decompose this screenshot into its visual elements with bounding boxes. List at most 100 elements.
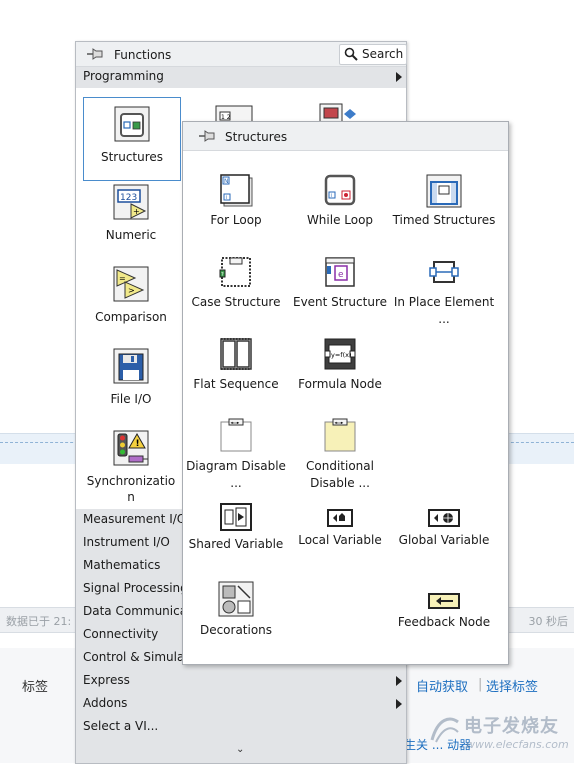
item-label: Event Structure: [292, 295, 387, 309]
item-label: Formula Node: [298, 377, 382, 391]
local-variable-icon: [327, 509, 353, 527]
item-label: For Loop: [210, 213, 262, 227]
category-file-io[interactable]: File I/O: [83, 346, 179, 407]
link-separator: |: [478, 677, 483, 692]
list-item-express[interactable]: Express: [76, 670, 406, 693]
numeric-icon: 123 +: [113, 184, 149, 220]
item-label: Global Variable: [398, 533, 490, 547]
item-label: Decorations: [199, 623, 273, 637]
list-item-label: Select a VI...: [83, 719, 159, 733]
while-loop-icon: i: [324, 174, 356, 206]
formula-node-icon: y=f(x): [324, 338, 356, 370]
svg-text:1 2: 1 2: [221, 114, 231, 121]
list-item-select-a-vi[interactable]: Select a VI...: [76, 716, 406, 739]
item-decorations[interactable]: Decorations: [184, 580, 288, 639]
list-item-label: Express: [83, 673, 130, 687]
conditional-disable-icon: ◂▭▸: [324, 418, 356, 452]
chevron-right-icon: [396, 676, 402, 686]
decorations-icon: [218, 581, 254, 617]
for-loop-icon: N i: [220, 174, 253, 207]
item-label: While Loop: [306, 213, 374, 227]
list-item-addons[interactable]: Addons: [76, 693, 406, 716]
structures-palette: Structures N i For Loop i While Loop Tim…: [182, 121, 509, 665]
svg-text:N: N: [224, 178, 229, 185]
list-item-label: Connectivity: [83, 627, 159, 641]
list-item-label: Measurement I/O: [83, 512, 187, 526]
item-feedback-node[interactable]: Feedback Node: [392, 592, 496, 631]
item-conditional-disable[interactable]: ◂▭▸ Conditional Disable ...: [288, 418, 392, 492]
search-label: Search: [362, 47, 404, 61]
item-flat-sequence[interactable]: Flat Sequence: [184, 336, 288, 393]
list-item-label: Addons: [83, 696, 128, 710]
functions-title-bar[interactable]: Functions Search: [76, 42, 407, 67]
search-button[interactable]: Search: [339, 44, 407, 65]
category-comparison[interactable]: = > Comparison: [83, 264, 179, 325]
list-item-label: Mathematics: [83, 558, 161, 572]
structures-title: Structures: [225, 130, 288, 144]
diagram-disable-icon: ◂▭▸: [220, 418, 252, 452]
category-numeric[interactable]: 123 + Numeric: [83, 182, 179, 243]
item-shared-variable[interactable]: Shared Variable: [184, 502, 288, 553]
svg-text:!: !: [136, 439, 140, 449]
item-event-structure[interactable]: e Event Structure: [288, 254, 392, 311]
svg-text:+: +: [133, 207, 140, 216]
structures-title-bar[interactable]: Structures: [183, 122, 508, 151]
svg-text:i: i: [331, 193, 332, 199]
item-label: Local Variable: [298, 533, 382, 547]
svg-text:>: >: [128, 286, 135, 295]
item-global-variable[interactable]: Global Variable: [392, 508, 496, 549]
list-item-label: Data Communica: [83, 604, 188, 618]
item-label: In Place Element ...: [393, 295, 495, 326]
category-label: Structures: [100, 150, 164, 164]
case-structure-icon: ?: [219, 257, 251, 287]
list-item-label: Instrument I/O: [83, 535, 170, 549]
item-formula-node[interactable]: y=f(x) Formula Node: [288, 336, 392, 393]
category-label: Numeric: [105, 228, 157, 242]
shared-variable-icon: [220, 503, 252, 531]
item-timed-structures[interactable]: Timed Structures: [392, 172, 496, 229]
svg-text:?: ?: [221, 272, 224, 278]
auto-fetch-link[interactable]: 自动获取: [416, 676, 468, 695]
watermark-en-text: www.elecfans.com: [466, 738, 569, 751]
event-structure-icon: e: [325, 257, 355, 287]
item-in-place-element[interactable]: In Place Element ...: [392, 254, 496, 328]
watermark-icon: [430, 717, 459, 743]
file-io-icon: [113, 348, 149, 384]
timed-structures-icon: [426, 174, 462, 208]
select-tag-link[interactable]: 选择标签: [486, 676, 538, 695]
pin-icon[interactable]: [197, 129, 217, 143]
item-label: Case Structure: [191, 295, 281, 309]
item-label: Timed Structures: [392, 213, 496, 227]
item-case-structure[interactable]: ? Case Structure: [184, 254, 288, 311]
watermark-cn-text: 电子发烧友: [464, 716, 559, 737]
list-item-label: Control & Simula: [83, 650, 185, 664]
item-label: Diagram Disable ...: [186, 459, 286, 490]
search-icon: [344, 47, 358, 61]
flat-sequence-icon: [220, 338, 252, 370]
svg-text:◂▭▸: ◂▭▸: [231, 421, 241, 426]
status-left-text: 数据已于 21:: [6, 615, 72, 628]
scroll-down-icon[interactable]: ⌄: [236, 744, 244, 755]
item-label: Conditional Disable ...: [306, 459, 374, 490]
list-item-label: Signal Processing: [83, 581, 188, 595]
programming-category[interactable]: Programming: [76, 67, 406, 88]
item-label: Feedback Node: [397, 615, 491, 629]
svg-text:123: 123: [120, 193, 137, 203]
category-label: File I/O: [110, 392, 152, 406]
watermark-logo: 电子发烧友 www.elecfans.com: [428, 708, 569, 756]
svg-text:i: i: [226, 195, 227, 201]
global-variable-icon: [428, 509, 460, 527]
category-synchronization[interactable]: ! Synchronizatio n: [83, 428, 179, 505]
svg-text:e: e: [338, 270, 344, 280]
item-diagram-disable[interactable]: ◂▭▸ Diagram Disable ...: [184, 418, 288, 492]
pin-icon[interactable]: [85, 47, 105, 61]
item-while-loop[interactable]: i While Loop: [288, 172, 392, 229]
item-label: Shared Variable: [188, 537, 284, 551]
item-local-variable[interactable]: Local Variable: [288, 508, 392, 549]
category-structures[interactable]: Structures: [83, 97, 181, 181]
item-for-loop[interactable]: N i For Loop: [184, 172, 288, 229]
feedback-node-icon: [428, 593, 460, 609]
structures-icon: [114, 106, 150, 142]
svg-text:y=f(x): y=f(x): [331, 351, 352, 359]
chevron-right-icon: [396, 72, 402, 82]
